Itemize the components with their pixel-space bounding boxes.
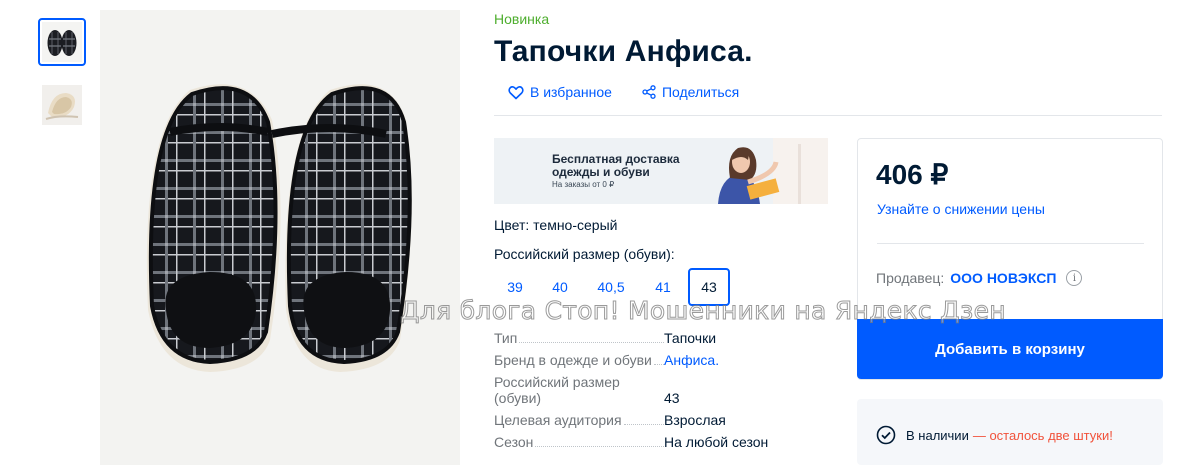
size-option-41[interactable]: 41 — [638, 268, 688, 306]
specs-list: Тип Тапочки Бренд в одежде и обуви Анфис… — [494, 330, 814, 456]
spec-row: Сезон На любой сезон — [494, 434, 814, 450]
thumbnail-list — [38, 18, 86, 144]
spec-key-size: Российский размер (обуви) — [494, 374, 634, 406]
share-label: Поделиться — [661, 84, 740, 100]
seller-name-link[interactable]: ООО НОВЭКСП — [950, 270, 1056, 286]
thumbnail-1[interactable] — [38, 18, 86, 66]
promo-subtitle: На заказы от 0 ₽ — [552, 180, 615, 189]
info-icon[interactable]: i — [1066, 270, 1083, 286]
spec-value-season: На любой сезон — [664, 434, 769, 450]
slippers-thumbnail-image — [42, 22, 82, 62]
size-option-43-selected[interactable]: 43 — [688, 268, 730, 306]
seller-info: Продавец: ООО НОВЭКСП i — [876, 270, 1083, 286]
size-label: Российский размер (обуви): — [494, 246, 675, 262]
spec-key-audience: Целевая аудитория — [494, 412, 624, 428]
new-badge: Новинка — [494, 11, 550, 27]
stock-panel: В наличии — осталось две штуки! — [857, 399, 1163, 465]
price-divider — [877, 243, 1144, 244]
spec-row: Тип Тапочки — [494, 330, 814, 346]
size-selector: 39 40 40,5 41 43 — [494, 268, 730, 306]
size-option-39[interactable]: 39 — [494, 268, 536, 306]
share-button[interactable]: Поделиться — [642, 84, 739, 100]
spec-value-audience: Взрослая — [664, 412, 726, 428]
promo-woman-image — [718, 138, 828, 204]
spec-key-type: Тип — [494, 330, 520, 346]
spec-value-brand-link[interactable]: Анфиса. — [664, 352, 719, 368]
spec-row: Российский размер (обуви) 43 — [494, 374, 814, 406]
seller-label: Продавец: — [876, 270, 945, 286]
add-to-cart-button[interactable]: Добавить в корзину — [857, 319, 1163, 379]
color-value: Цвет: темно-серый — [494, 217, 618, 233]
price-drop-notify-link[interactable]: Узнайте о снижении цены — [877, 201, 1045, 217]
size-option-40[interactable]: 40 — [536, 268, 584, 306]
slippers-sole-thumbnail-image — [42, 85, 82, 125]
size-option-40-5[interactable]: 40,5 — [584, 268, 638, 306]
thumbnail-2[interactable] — [38, 81, 86, 129]
product-actions: В избранное Поделиться — [508, 84, 769, 100]
share-icon — [642, 85, 656, 99]
heart-icon — [508, 85, 524, 99]
spec-value-type: Тапочки — [664, 330, 717, 346]
promo-title: Бесплатная доставка одежды и обуви — [552, 153, 680, 179]
promo-banner[interactable]: Бесплатная доставка одежды и обуви На за… — [494, 138, 828, 204]
spec-row: Целевая аудитория Взрослая — [494, 412, 814, 428]
spec-row: Бренд в одежде и обуви Анфиса. — [494, 352, 814, 368]
product-title: Тапочки Анфиса. — [494, 35, 753, 68]
check-circle-icon — [876, 425, 896, 445]
in-stock-text: В наличии — [906, 427, 969, 443]
favorite-label: В избранное — [530, 84, 612, 100]
spec-value-size: 43 — [664, 390, 680, 406]
slippers-photo — [100, 10, 460, 465]
header-divider — [494, 115, 1162, 116]
stock-status: В наличии — осталось две штуки! — [876, 425, 1113, 445]
promo-line-2: одежды и обуви — [552, 165, 650, 179]
product-main-image[interactable] — [100, 10, 460, 465]
spec-key-season: Сезон — [494, 434, 536, 450]
favorite-button[interactable]: В избранное — [508, 84, 612, 100]
price: 406 ₽ — [876, 159, 949, 190]
spec-key-brand: Бренд в одежде и обуви — [494, 352, 654, 368]
low-stock-warning: — осталось две штуки! — [972, 427, 1113, 443]
